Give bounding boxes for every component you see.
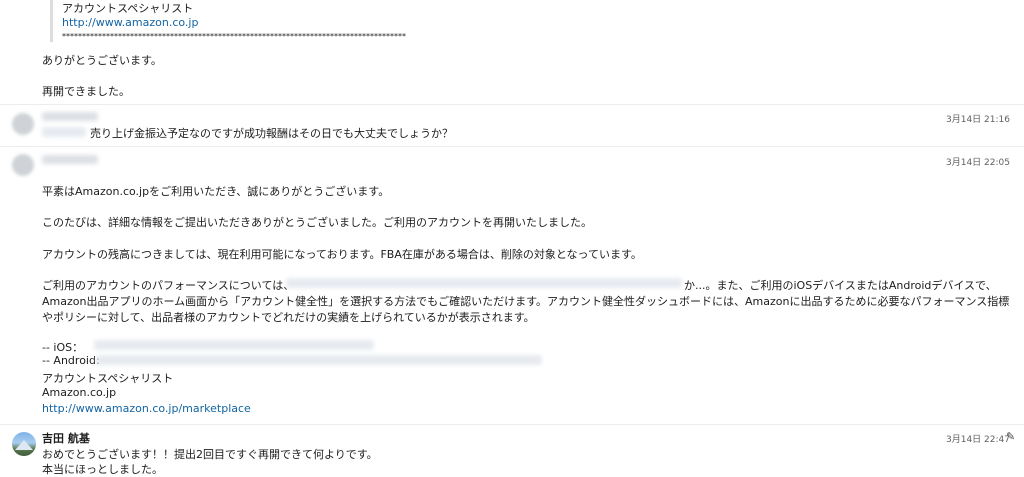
avatar[interactable] [12,113,34,135]
message-paragraph-end: か...。また、ご利用のiOSデバイスまたはAndroidデバイスで、 [684,279,997,292]
followup-line2: 再開できました。 [42,85,130,98]
redacted-mention [42,127,86,137]
message-timestamp[interactable]: 3月14日 22:47 [946,432,1010,445]
quote-stars: ****************************************… [62,32,406,41]
sender-name[interactable]: 吉田 航基 [42,430,90,446]
marketplace-link[interactable]: http://www.amazon.co.jp/marketplace [42,402,251,415]
redacted-android-link [96,355,542,365]
pencil-icon[interactable]: ✎ [1006,430,1015,443]
message-paragraph: このたびは、詳細な情報をご提出いただきありがとうございました。ご利用のアカウント… [42,216,592,229]
signature-domain: Amazon.co.jp [42,386,117,399]
avatar[interactable] [12,154,34,176]
redacted-ios-link [94,340,374,350]
redacted-name [42,155,98,164]
message-timestamp[interactable]: 3月14日 21:16 [946,112,1010,125]
android-label: -- Android: [42,354,100,367]
message-divider [0,424,1024,425]
message-text: おめでとうございます！！提出2回目ですぐ再開できて何よりです。 [42,448,378,461]
message-timestamp[interactable]: 3月14日 22:05 [946,155,1010,168]
avatar[interactable] [12,432,36,456]
message-text: 売り上げ金振込予定なのですが成功報酬はその日でも大丈夫でしょうか？ [90,127,453,140]
message-paragraph-start: ご利用のアカウントのパフォーマンスについては、 [42,279,295,292]
message-divider [0,104,1024,105]
message-divider [0,146,1024,147]
message-paragraph: アカウントの残高につきましては、現在利用可能になっております。FBA在庫がある場… [42,248,642,261]
quote-url-link[interactable]: http://www.amazon.co.jp [62,16,198,29]
quote-signature-name: アカウントスペシャリスト [62,2,194,15]
message-paragraph: 平素はAmazon.co.jpをご利用いただき、誠にありがとうございます。 [42,185,390,198]
signature-title: アカウントスペシャリスト [42,372,174,385]
redacted-link [286,278,682,288]
redacted-name [42,112,98,121]
ios-label: -- iOS： [42,341,84,354]
followup-line1: ありがとうございます。 [42,54,162,67]
quote-bar [50,0,53,42]
message-paragraph-line: やポリシーに対して、出品者様のアカウントでどれだけの実績を上げられているかが表示… [42,311,535,324]
message-paragraph-line: Amazon出品アプリのホーム画面から「アカウント健全性」を選択する方法でもご確… [42,295,1010,308]
